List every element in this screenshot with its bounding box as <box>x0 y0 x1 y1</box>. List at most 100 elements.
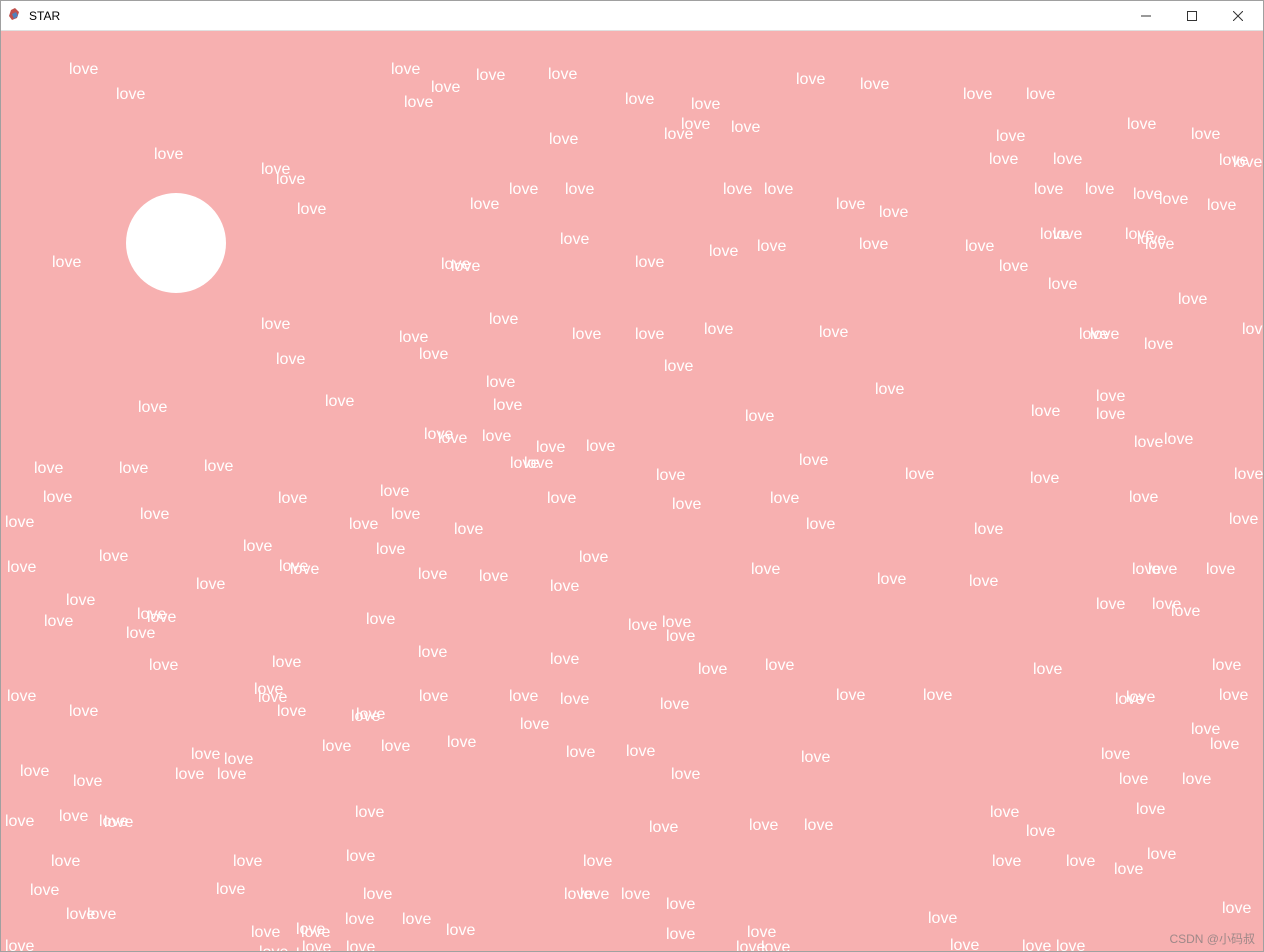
love-word: love <box>419 346 448 364</box>
love-word: love <box>419 688 448 706</box>
love-word: love <box>580 886 609 904</box>
love-word: love <box>493 397 522 415</box>
love-word: love <box>44 613 73 631</box>
love-word: love <box>1034 181 1063 199</box>
love-word: love <box>1164 431 1193 449</box>
love-word: love <box>1101 746 1130 764</box>
love-word: love <box>296 946 325 951</box>
love-word: love <box>628 617 657 635</box>
love-word: love <box>43 489 72 507</box>
love-word: love <box>1126 689 1155 707</box>
love-word: love <box>196 576 225 594</box>
love-word: love <box>1030 470 1059 488</box>
minimize-button[interactable] <box>1123 1 1169 31</box>
love-word: love <box>509 688 538 706</box>
love-word: love <box>278 490 307 508</box>
love-word: love <box>233 853 262 871</box>
love-word: love <box>1191 126 1220 144</box>
love-word: love <box>431 79 460 97</box>
love-word: love <box>656 467 685 485</box>
love-word: love <box>770 490 799 508</box>
love-word: love <box>438 430 467 448</box>
love-word: love <box>806 516 835 534</box>
titlebar[interactable]: STAR <box>1 1 1263 31</box>
java-duke-icon <box>7 8 23 24</box>
love-word: love <box>1210 736 1239 754</box>
love-word: love <box>751 561 780 579</box>
love-word: love <box>799 452 828 470</box>
love-word: love <box>660 696 689 714</box>
love-word: love <box>635 326 664 344</box>
love-word: love <box>1182 771 1211 789</box>
love-word: love <box>447 734 476 752</box>
love-word: love <box>69 61 98 79</box>
love-word: love <box>363 886 392 904</box>
love-word: love <box>1219 687 1248 705</box>
watermark-text: CSDN @小码叔 <box>1169 930 1255 947</box>
love-word: love <box>565 181 594 199</box>
love-word: love <box>877 571 906 589</box>
love-word: love <box>583 853 612 871</box>
love-word: love <box>69 703 98 721</box>
love-word: love <box>836 687 865 705</box>
love-word: love <box>520 716 549 734</box>
love-word: love <box>149 657 178 675</box>
love-word: love <box>138 399 167 417</box>
love-word: love <box>1136 801 1165 819</box>
close-button[interactable] <box>1215 1 1261 31</box>
love-word: love <box>30 882 59 900</box>
love-word: love <box>1096 388 1125 406</box>
love-word: love <box>346 939 375 951</box>
love-word: love <box>1242 321 1263 339</box>
love-word: love <box>1133 186 1162 204</box>
love-word: love <box>1206 561 1235 579</box>
love-word: love <box>1147 846 1176 864</box>
love-word: love <box>1033 661 1062 679</box>
love-word: love <box>757 238 786 256</box>
love-word: love <box>572 326 601 344</box>
love-word: love <box>989 151 1018 169</box>
love-word: love <box>404 94 433 112</box>
love-word: love <box>560 691 589 709</box>
love-word: love <box>796 71 825 89</box>
love-word: love <box>7 688 36 706</box>
love-word: love <box>1048 276 1077 294</box>
love-word: love <box>819 324 848 342</box>
love-word: love <box>104 814 133 832</box>
love-word: love <box>391 61 420 79</box>
love-word: love <box>731 119 760 137</box>
love-word: love <box>175 766 204 784</box>
love-word: love <box>928 910 957 928</box>
love-word: love <box>366 611 395 629</box>
love-word: love <box>66 592 95 610</box>
love-word: love <box>681 116 710 134</box>
love-word: love <box>51 853 80 871</box>
love-word: love <box>745 408 774 426</box>
love-word: love <box>999 258 1028 276</box>
love-word: love <box>1096 406 1125 424</box>
moon-circle <box>126 193 226 293</box>
love-word: love <box>20 763 49 781</box>
love-word: love <box>322 738 351 756</box>
love-word: love <box>99 548 128 566</box>
love-word: love <box>418 644 447 662</box>
love-word: love <box>399 329 428 347</box>
love-word: love <box>860 76 889 94</box>
love-word: love <box>446 922 475 940</box>
love-word: love <box>381 738 410 756</box>
animation-canvas: CSDN @小码叔 love love love love love love love lo… <box>1 31 1263 951</box>
maximize-button[interactable] <box>1169 1 1215 31</box>
love-word: love <box>346 848 375 866</box>
love-word: love <box>259 944 288 951</box>
love-word: love <box>191 746 220 764</box>
love-word: love <box>761 939 790 951</box>
love-word: love <box>1066 853 1095 871</box>
love-word: love <box>691 96 720 114</box>
love-word: love <box>1178 291 1207 309</box>
love-word: love <box>672 496 701 514</box>
love-word: love <box>1129 489 1158 507</box>
love-word: love <box>698 661 727 679</box>
love-word: love <box>547 490 576 508</box>
love-word: love <box>764 181 793 199</box>
love-word: love <box>723 181 752 199</box>
